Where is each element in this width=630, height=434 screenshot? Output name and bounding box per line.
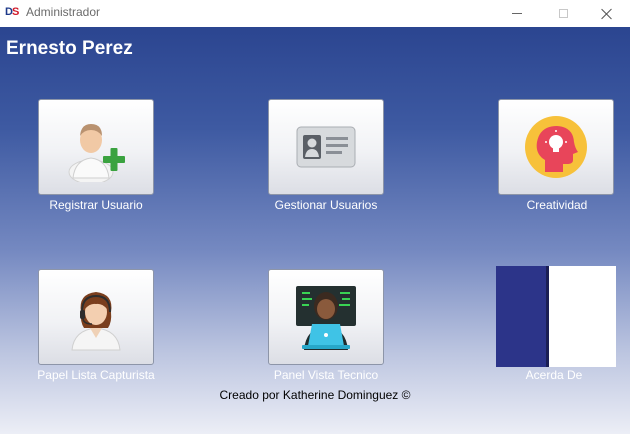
panel-vista-tecnico-button[interactable] xyxy=(268,269,384,365)
headset-operator-icon xyxy=(71,292,121,351)
user-name-heading: Ernesto Perez xyxy=(6,38,133,59)
registrar-usuario-label: Registrar Usuario xyxy=(49,198,143,212)
acerca-de-label: Acerda De xyxy=(525,368,583,382)
creatividad-label: Creatividad xyxy=(526,198,588,212)
window-title: Administrador xyxy=(26,5,101,19)
title-bar: DS Administrador xyxy=(0,0,630,27)
app-logo-icon: DS xyxy=(5,6,19,18)
creatividad-button[interactable] xyxy=(498,99,614,195)
maximize-icon xyxy=(558,9,568,18)
close-icon xyxy=(601,8,613,20)
main-panel: Ernesto Perez Registrar Usuario Gestiona… xyxy=(0,27,630,434)
maximize-button[interactable] xyxy=(540,0,586,27)
gestionar-usuarios-label: Gestionar Usuarios xyxy=(274,198,378,212)
about-panel-dark xyxy=(496,266,546,367)
close-button[interactable] xyxy=(584,0,630,27)
papel-lista-capturista-button[interactable] xyxy=(38,269,154,365)
registrar-usuario-button[interactable] xyxy=(38,99,154,195)
about-panel-light xyxy=(549,266,616,367)
minimize-button[interactable] xyxy=(494,0,540,27)
credits-text: Creado por Katherine Dominguez © xyxy=(219,388,411,402)
id-card-icon xyxy=(296,126,356,168)
technician-laptop-icon xyxy=(296,286,356,350)
acerca-de-button[interactable] xyxy=(496,266,616,367)
minimize-icon xyxy=(512,13,522,14)
add-user-icon xyxy=(68,124,125,182)
gestionar-usuarios-button[interactable] xyxy=(268,99,384,195)
panel-vista-tecnico-label: Panel Vista Tecnico xyxy=(273,368,379,382)
creativity-head-icon xyxy=(525,116,587,178)
papel-lista-capturista-label: Papel Lista Capturista xyxy=(37,368,155,382)
